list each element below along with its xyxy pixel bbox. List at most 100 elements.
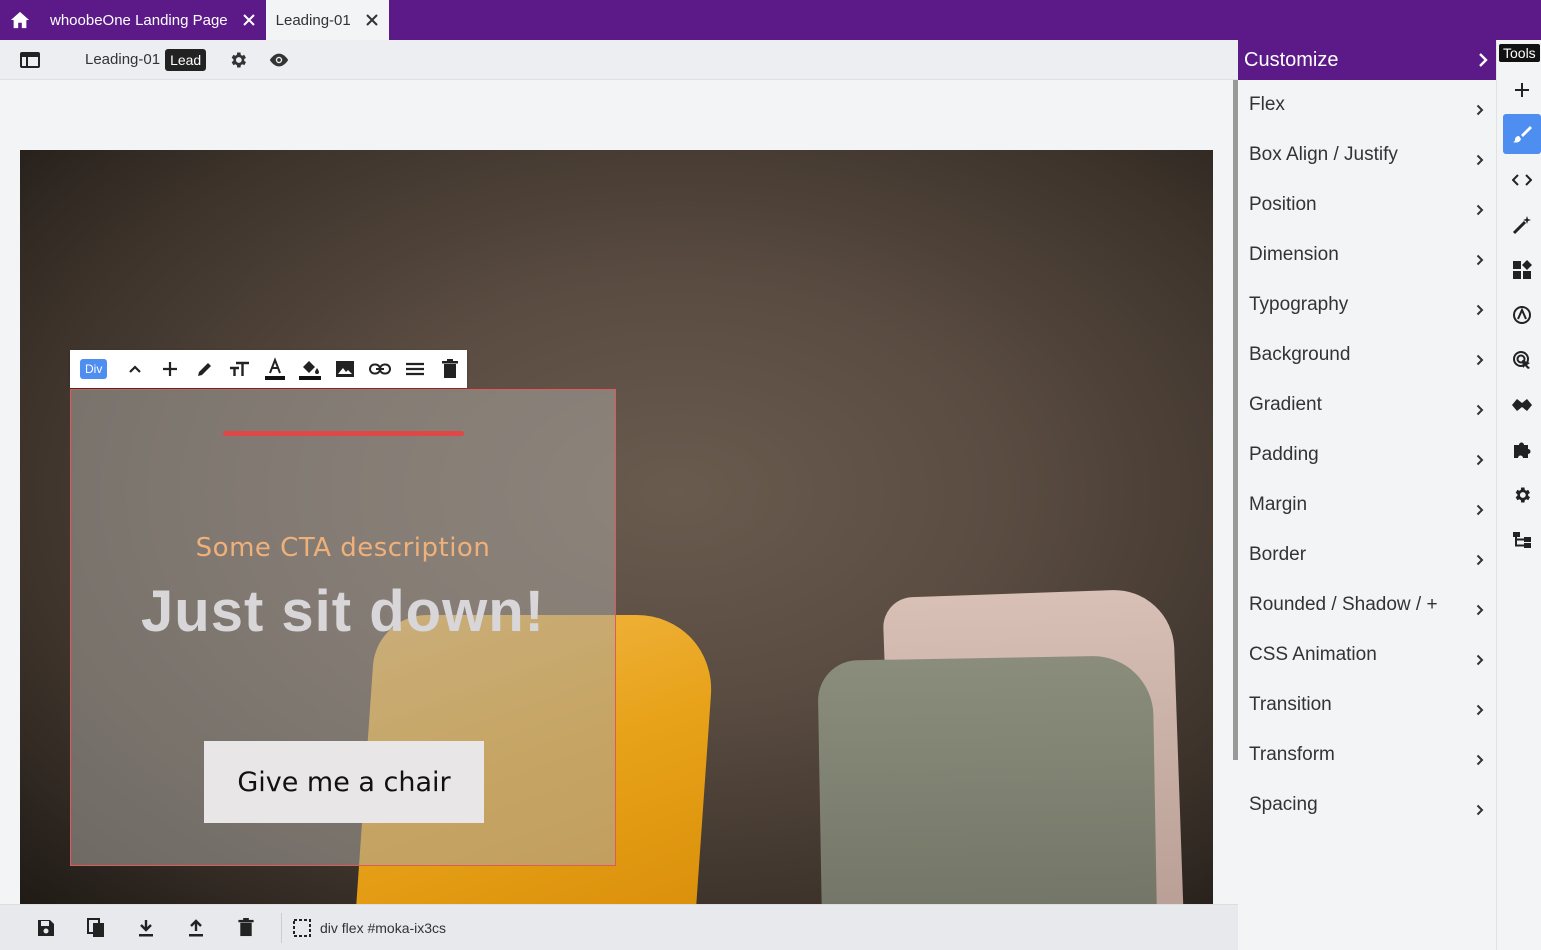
tab-label: whoobeOne Landing Page bbox=[50, 11, 228, 29]
customize-header[interactable]: Customize bbox=[1238, 40, 1496, 80]
cta-description: Some CTA description bbox=[195, 533, 491, 563]
customize-item-label: Flex bbox=[1249, 94, 1285, 115]
customize-item-position[interactable]: Position bbox=[1238, 180, 1496, 230]
editor-toolbar: Leading-01 Lead bbox=[0, 40, 1238, 80]
tree-icon[interactable] bbox=[1503, 520, 1541, 560]
customize-item-label: Padding bbox=[1249, 444, 1319, 465]
cta-title: Just sit down! bbox=[141, 579, 545, 644]
tab-leading-01[interactable]: Leading-01 bbox=[265, 0, 389, 40]
chevron-right-icon bbox=[1476, 650, 1484, 672]
save-icon[interactable] bbox=[21, 919, 71, 937]
divider bbox=[281, 912, 282, 943]
customize-item-border[interactable]: Border bbox=[1238, 530, 1496, 580]
chevron-right-icon bbox=[1476, 800, 1484, 822]
chevron-right-icon bbox=[1476, 600, 1484, 622]
pencil-icon[interactable] bbox=[187, 360, 222, 378]
animation-icon[interactable] bbox=[1503, 295, 1541, 335]
customize-item-background[interactable]: Background bbox=[1238, 330, 1496, 380]
close-icon[interactable] bbox=[242, 13, 256, 27]
chevron-right-icon bbox=[1476, 200, 1484, 222]
chevron-right-icon bbox=[1476, 550, 1484, 572]
brush-icon[interactable] bbox=[1503, 114, 1541, 154]
gear-icon[interactable] bbox=[228, 50, 248, 70]
customize-item-label: Box Align / Justify bbox=[1249, 144, 1398, 165]
chevron-right-icon bbox=[1476, 750, 1484, 772]
plus-icon[interactable] bbox=[1503, 70, 1541, 110]
tab-bar: whoobeOne Landing Page Leading-01 bbox=[0, 0, 1541, 40]
selection-icon[interactable] bbox=[292, 918, 312, 937]
customize-item-label: Position bbox=[1249, 194, 1317, 215]
customize-item-label: Border bbox=[1249, 544, 1307, 565]
element-tag-badge: Div bbox=[80, 359, 108, 379]
accent-line bbox=[223, 431, 464, 436]
magic-wand-icon[interactable] bbox=[1503, 205, 1541, 245]
fill-color-icon[interactable] bbox=[292, 357, 327, 381]
customize-item-rounded-shadow[interactable]: Rounded / Shadow / + bbox=[1238, 580, 1496, 630]
customize-item-label: Background bbox=[1249, 344, 1351, 365]
customize-item-label: Margin bbox=[1249, 494, 1308, 515]
customize-item-transition[interactable]: Transition bbox=[1238, 680, 1496, 730]
chevron-right-icon bbox=[1476, 250, 1484, 272]
customize-item-padding[interactable]: Padding bbox=[1238, 430, 1496, 480]
chevron-right-icon bbox=[1476, 400, 1484, 422]
customize-item-transform[interactable]: Transform bbox=[1238, 730, 1496, 780]
tools-rail: Tools bbox=[1496, 40, 1541, 950]
chevron-right-icon bbox=[1476, 300, 1484, 322]
tab-landing-page[interactable]: whoobeOne Landing Page bbox=[40, 0, 266, 40]
customize-item-label: Transition bbox=[1249, 694, 1332, 715]
selection-path: div flex #moka-ix3cs bbox=[320, 919, 447, 936]
trash-icon[interactable] bbox=[221, 918, 271, 937]
customize-item-flex[interactable]: Flex bbox=[1238, 80, 1496, 130]
chevron-right-icon bbox=[1476, 500, 1484, 522]
customize-item-gradient[interactable]: Gradient bbox=[1238, 380, 1496, 430]
customize-item-css-animation[interactable]: CSS Animation bbox=[1238, 630, 1496, 680]
element-toolbar: Div bbox=[70, 350, 467, 388]
eye-icon[interactable] bbox=[268, 52, 290, 68]
page-name: Leading-01 bbox=[85, 51, 161, 68]
puzzle-icon[interactable] bbox=[1503, 430, 1541, 470]
customize-list: Flex Box Align / Justify Position Dimension… bbox=[1238, 80, 1496, 830]
customize-item-box-align-justify[interactable]: Box Align / Justify bbox=[1238, 130, 1496, 180]
chevron-right-icon bbox=[1476, 700, 1484, 722]
customize-item-label: Transform bbox=[1249, 744, 1335, 765]
cursor-target-icon[interactable] bbox=[1503, 340, 1541, 380]
upload-icon[interactable] bbox=[171, 918, 221, 937]
customize-panel: Customize Flex Box Align / Justify Positio… bbox=[1238, 40, 1496, 950]
menu-icon[interactable] bbox=[397, 362, 432, 376]
selected-cta-container[interactable]: Some CTA description Just sit down! Give… bbox=[70, 389, 616, 866]
page-badge: Lead bbox=[165, 48, 207, 71]
customize-item-label: Rounded / Shadow / + bbox=[1249, 594, 1438, 615]
chevron-right-icon bbox=[1476, 450, 1484, 472]
copy-icon[interactable] bbox=[71, 917, 121, 938]
customize-item-label: Typography bbox=[1249, 294, 1349, 315]
image-icon[interactable] bbox=[327, 360, 362, 378]
customize-item-label: Spacing bbox=[1249, 794, 1318, 815]
customize-item-margin[interactable]: Margin bbox=[1238, 480, 1496, 530]
trash-icon[interactable] bbox=[432, 359, 467, 379]
text-size-icon[interactable] bbox=[222, 361, 257, 377]
home-icon bbox=[10, 11, 30, 29]
chevron-right-icon bbox=[1476, 350, 1484, 372]
home-button[interactable] bbox=[0, 0, 40, 40]
plus-icon[interactable] bbox=[152, 361, 187, 377]
chevron-right-icon bbox=[1476, 150, 1484, 172]
customize-item-typography[interactable]: Typography bbox=[1238, 280, 1496, 330]
mask-icon[interactable] bbox=[1503, 385, 1541, 425]
customize-item-dimension[interactable]: Dimension bbox=[1238, 230, 1496, 280]
close-icon[interactable] bbox=[365, 13, 379, 27]
layout-icon[interactable] bbox=[0, 51, 60, 68]
link-icon[interactable] bbox=[362, 363, 397, 375]
canvas: Div Some CTA description Just sit down! … bbox=[0, 80, 1233, 904]
customize-item-spacing[interactable]: Spacing bbox=[1238, 780, 1496, 830]
widgets-icon[interactable] bbox=[1503, 250, 1541, 290]
code-icon[interactable] bbox=[1503, 160, 1541, 200]
text-color-icon[interactable] bbox=[257, 357, 292, 381]
customize-item-label: Gradient bbox=[1249, 394, 1322, 415]
chevron-up-icon[interactable] bbox=[117, 364, 152, 374]
download-icon[interactable] bbox=[121, 919, 171, 937]
chair-image-gray bbox=[817, 655, 1158, 904]
settings-icon[interactable] bbox=[1503, 475, 1541, 515]
cta-button[interactable]: Give me a chair bbox=[204, 741, 484, 823]
bottom-toolbar: div flex #moka-ix3cs bbox=[0, 904, 1238, 950]
tab-label: Leading-01 bbox=[275, 11, 351, 29]
